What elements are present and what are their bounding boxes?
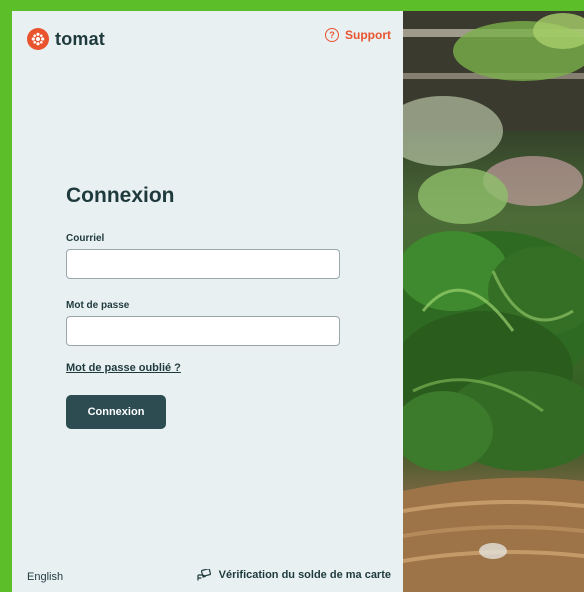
password-label: Mot de passe (66, 300, 130, 311)
brand-name: tomat (55, 28, 105, 49)
support-link[interactable]: ? Support (325, 28, 391, 42)
forgot-password-link[interactable]: Mot de passe oublié ? (66, 362, 181, 374)
brand-logo[interactable]: tomat (27, 28, 105, 50)
login-panel: tomat ? Support Connexion Courriel Mot d… (12, 11, 403, 592)
support-label: Support (345, 28, 391, 42)
hand-card-icon (197, 569, 211, 581)
login-window: tomat ? Support Connexion Courriel Mot d… (12, 11, 584, 592)
card-balance-link[interactable]: Vérification du solde de ma carte (197, 569, 391, 581)
login-button[interactable]: Connexion (66, 395, 166, 429)
card-balance-label: Vérification du solde de ma carte (218, 569, 391, 581)
help-circle-icon: ? (325, 28, 339, 42)
fresh-produce-image (403, 11, 584, 592)
tomato-logo-icon (27, 28, 49, 50)
email-field[interactable] (66, 249, 340, 279)
language-switch[interactable]: English (27, 571, 63, 583)
email-label: Courriel (66, 233, 105, 244)
password-field[interactable] (66, 316, 340, 346)
page-title: Connexion (66, 184, 175, 207)
